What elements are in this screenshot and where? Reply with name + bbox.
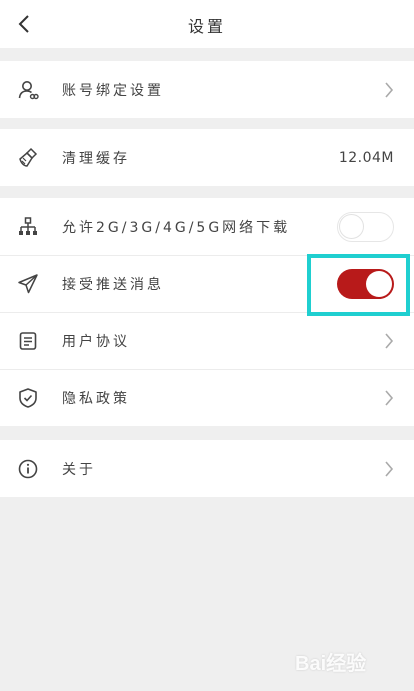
network-download-toggle[interactable] bbox=[337, 211, 394, 242]
about-label: 关于 bbox=[62, 461, 96, 478]
chevron-right-icon bbox=[382, 388, 396, 408]
cache-size-value: 12.04M bbox=[338, 149, 394, 166]
settings-group-cache: 清理缓存 12.04M bbox=[0, 129, 414, 186]
watermark-text: Bai经验 bbox=[295, 652, 367, 675]
chevron-right-icon bbox=[382, 331, 396, 351]
settings-group-about: 关于 bbox=[0, 440, 414, 497]
page-title: 设置 bbox=[187, 17, 226, 36]
privacy-policy-row[interactable]: 隐私政策 bbox=[0, 369, 414, 426]
highlight-box bbox=[307, 254, 410, 316]
clear-cache-row[interactable]: 清理缓存 12.04M bbox=[0, 129, 414, 186]
about-row[interactable]: 关于 bbox=[0, 440, 414, 497]
push-notification-label: 接受推送消息 bbox=[62, 277, 164, 293]
settings-group-account: 账号绑定设置 bbox=[0, 61, 414, 118]
info-icon bbox=[17, 458, 39, 480]
account-binding-row[interactable]: 账号绑定设置 bbox=[0, 61, 414, 118]
clear-cache-label: 清理缓存 bbox=[62, 150, 130, 167]
network-download-row: 允许2G/3G/4G/5G网络下载 bbox=[0, 198, 414, 255]
user-agreement-label: 用户协议 bbox=[62, 334, 130, 350]
document-icon bbox=[17, 330, 39, 352]
account-binding-label: 账号绑定设置 bbox=[62, 82, 164, 99]
chevron-right-icon bbox=[382, 80, 396, 100]
network-icon bbox=[17, 216, 39, 238]
watermark: Bai经验 bbox=[295, 640, 410, 682]
network-download-label: 允许2G/3G/4G/5G网络下载 bbox=[62, 219, 291, 236]
user-link-icon bbox=[17, 79, 39, 101]
privacy-policy-label: 隐私政策 bbox=[62, 391, 130, 407]
chevron-right-icon bbox=[382, 459, 396, 479]
send-icon bbox=[17, 273, 39, 295]
top-bar: 设置 bbox=[0, 0, 414, 48]
toggle-knob bbox=[339, 213, 364, 239]
broom-icon bbox=[17, 147, 39, 169]
user-agreement-row[interactable]: 用户协议 bbox=[0, 312, 414, 369]
shield-check-icon bbox=[17, 387, 39, 409]
